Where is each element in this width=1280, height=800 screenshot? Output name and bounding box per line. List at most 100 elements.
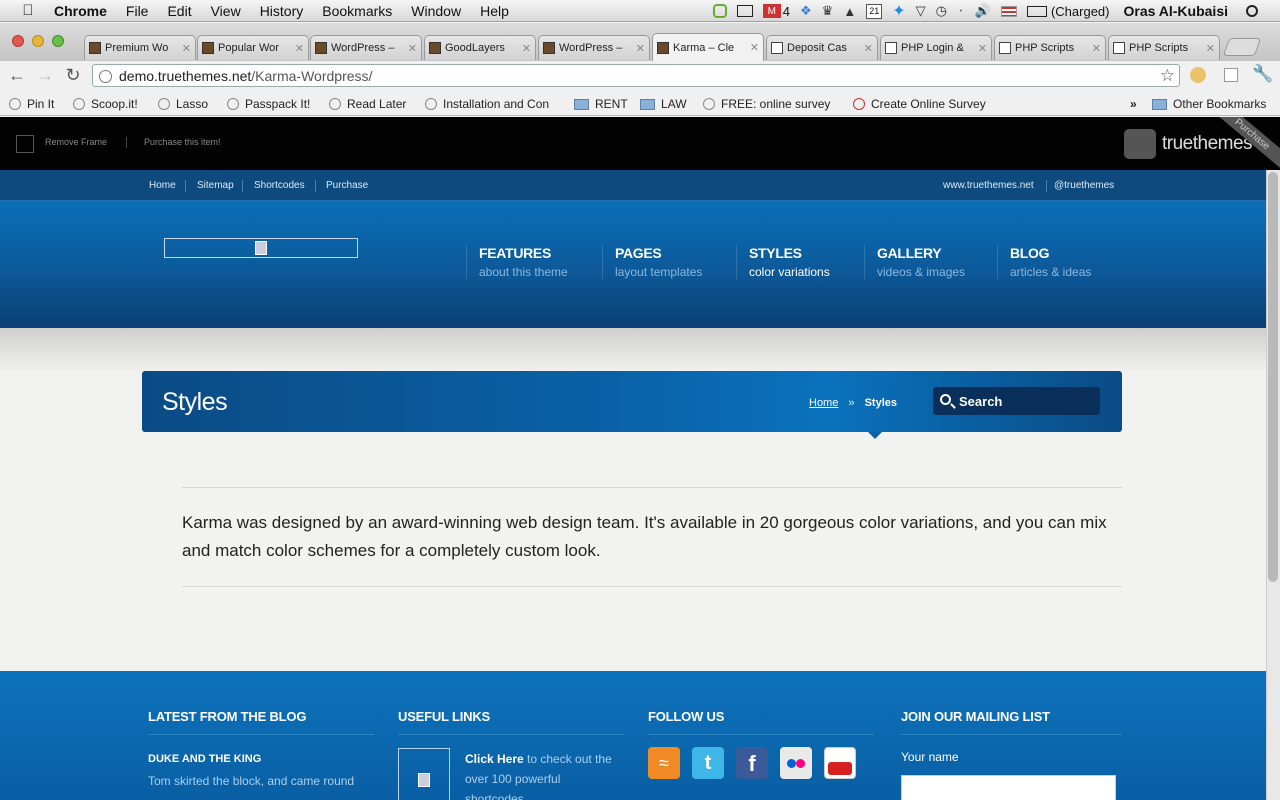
browser-tab[interactable]: Premium Wo ✕	[84, 35, 196, 60]
site-favicon-icon	[543, 42, 555, 54]
back-icon[interactable]: ←	[6, 64, 28, 86]
close-window-icon[interactable]	[12, 35, 24, 47]
tab-close-icon[interactable]: ✕	[1092, 42, 1101, 55]
tab-close-icon[interactable]: ✕	[864, 42, 873, 55]
bookmark-item[interactable]: Passpack It!	[227, 96, 310, 112]
purchase-item-link[interactable]: Purchase this item!	[144, 137, 221, 147]
mail-icon[interactable]	[736, 5, 753, 17]
tab-close-icon[interactable]: ✕	[1206, 42, 1215, 55]
mailing-name-input[interactable]	[901, 775, 1116, 800]
battery-icon[interactable]	[1026, 5, 1047, 17]
bluetooth-icon[interactable]: ᛫	[957, 4, 965, 19]
browser-tab[interactable]: PHP Login & ✕	[880, 35, 992, 60]
menu-file[interactable]: File	[126, 3, 149, 19]
nav-pages[interactable]: PAGES layout templates	[602, 245, 702, 279]
topnav-purchase[interactable]: Purchase	[326, 180, 368, 191]
topnav-shortcodes[interactable]: Shortcodes	[254, 180, 305, 191]
click-here-link[interactable]: Click Here	[465, 752, 524, 766]
browser-tab-active[interactable]: Karma – Cle ✕	[652, 33, 764, 61]
flickr-icon[interactable]	[780, 747, 812, 779]
menu-help[interactable]: Help	[480, 3, 509, 19]
new-tab-button[interactable]	[1222, 38, 1262, 56]
bookmarks-overflow-button[interactable]: »	[1130, 96, 1137, 112]
evernote-icon[interactable]: ♛	[822, 3, 834, 19]
tab-close-icon[interactable]: ✕	[295, 42, 304, 55]
gmail-icon[interactable]: M	[762, 4, 781, 18]
calendar-icon[interactable]: 21	[866, 3, 883, 19]
wrench-icon[interactable]: 🔧	[1252, 64, 1273, 84]
menu-window[interactable]: Window	[411, 3, 461, 19]
volume-icon[interactable]: 🔊	[975, 3, 991, 19]
tab-close-icon[interactable]: ✕	[522, 42, 531, 55]
bookmark-item[interactable]: Pin It	[9, 96, 54, 112]
wifi-icon[interactable]: ▽	[916, 3, 926, 19]
bookmark-item[interactable]: Installation and Con	[425, 96, 560, 112]
apple-icon[interactable]: 	[18, 2, 38, 19]
bookmark-item[interactable]: Create Online Survey	[853, 96, 989, 112]
tab-close-icon[interactable]: ✕	[182, 42, 191, 55]
spotlight-icon[interactable]	[1246, 5, 1258, 17]
reload-icon[interactable]: ↻	[62, 64, 84, 86]
other-bookmarks-folder[interactable]: Other Bookmarks	[1152, 96, 1266, 112]
nav-features[interactable]: FEATURES about this theme	[466, 245, 568, 279]
browser-tab[interactable]: PHP Scripts ✕	[994, 35, 1106, 60]
site-logo-placeholder[interactable]	[164, 238, 358, 258]
bookmark-folder[interactable]: LAW	[640, 96, 687, 112]
browser-tab[interactable]: WordPress – ✕	[538, 35, 650, 60]
purchase-ribbon[interactable]: Purchase	[1200, 117, 1280, 170]
menu-bookmarks[interactable]: Bookmarks	[322, 3, 392, 19]
scrollbar-thumb[interactable]	[1268, 172, 1278, 582]
browser-tab[interactable]: Deposit Cas ✕	[766, 35, 878, 60]
time-machine-icon[interactable]: ◷	[936, 3, 947, 19]
topnav-sitemap[interactable]: Sitemap	[197, 180, 234, 191]
browser-tab[interactable]: PHP Scripts ✕	[1108, 35, 1220, 60]
twitter-icon[interactable]: t	[692, 747, 724, 779]
bookmark-label: Create Online Survey	[871, 97, 986, 111]
address-bar[interactable]: demo.truethemes.net/Karma-Wordpress/ ☆	[92, 64, 1180, 87]
bookmark-item[interactable]: Read Later	[329, 96, 406, 112]
extension-icon[interactable]	[1190, 67, 1206, 83]
topnav-home[interactable]: Home	[149, 180, 176, 191]
menu-edit[interactable]: Edit	[167, 3, 191, 19]
bookmark-star-icon[interactable]: ☆	[1160, 66, 1175, 86]
menu-history[interactable]: History	[260, 3, 304, 19]
user-name[interactable]: Oras Al-Kubaisi	[1123, 3, 1228, 19]
rss-icon[interactable]: ≈	[648, 747, 680, 779]
youtube-icon[interactable]	[824, 747, 856, 779]
forward-icon[interactable]: →	[34, 64, 56, 86]
search-input[interactable]: Search	[933, 387, 1100, 415]
twitter-status-icon[interactable]: ✦	[892, 1, 905, 21]
breadcrumb-home-link[interactable]: Home	[809, 397, 838, 409]
browser-tab[interactable]: WordPress – ✕	[310, 35, 422, 60]
bookmark-folder[interactable]: RENT	[574, 96, 628, 112]
nav-styles[interactable]: STYLES color variations	[736, 245, 830, 279]
evernote-status-icon[interactable]	[712, 4, 727, 18]
topnav-website-link[interactable]: www.truethemes.net	[943, 180, 1034, 191]
browser-tab[interactable]: Popular Wor ✕	[197, 35, 309, 60]
dropbox-icon[interactable]: ❖	[800, 3, 812, 19]
tab-close-icon[interactable]: ✕	[636, 42, 645, 55]
minimize-window-icon[interactable]	[32, 35, 44, 47]
menu-view[interactable]: View	[211, 3, 241, 19]
topnav-twitter-link[interactable]: @truethemes	[1054, 180, 1114, 191]
frame-checkbox[interactable]	[16, 135, 34, 153]
upload-icon[interactable]: ▲	[843, 4, 856, 19]
bookmark-item[interactable]: FREE: online survey	[703, 96, 830, 112]
blog-post-title[interactable]: DUKE AND THE KING	[148, 753, 374, 765]
nav-blog[interactable]: BLOG articles & ideas	[997, 245, 1091, 279]
menu-app-name[interactable]: Chrome	[54, 3, 107, 19]
remove-frame-link[interactable]: Remove Frame	[45, 137, 107, 147]
bookmark-item[interactable]: Scoop.it!	[73, 96, 138, 112]
broken-image-icon	[418, 773, 430, 787]
bookmark-item[interactable]: Lasso	[158, 96, 208, 112]
tab-close-icon[interactable]: ✕	[408, 42, 417, 55]
tab-close-icon[interactable]: ✕	[978, 42, 987, 55]
page-menu-icon[interactable]	[1224, 68, 1238, 82]
zoom-window-icon[interactable]	[52, 35, 64, 47]
facebook-icon[interactable]: f	[736, 747, 768, 779]
flag-icon[interactable]	[1000, 5, 1017, 17]
tab-close-icon[interactable]: ✕	[750, 41, 759, 54]
footer-heading: USEFUL LINKS	[398, 709, 624, 735]
nav-gallery[interactable]: GALLERY videos & images	[864, 245, 965, 279]
browser-tab[interactable]: GoodLayers ✕	[424, 35, 536, 60]
